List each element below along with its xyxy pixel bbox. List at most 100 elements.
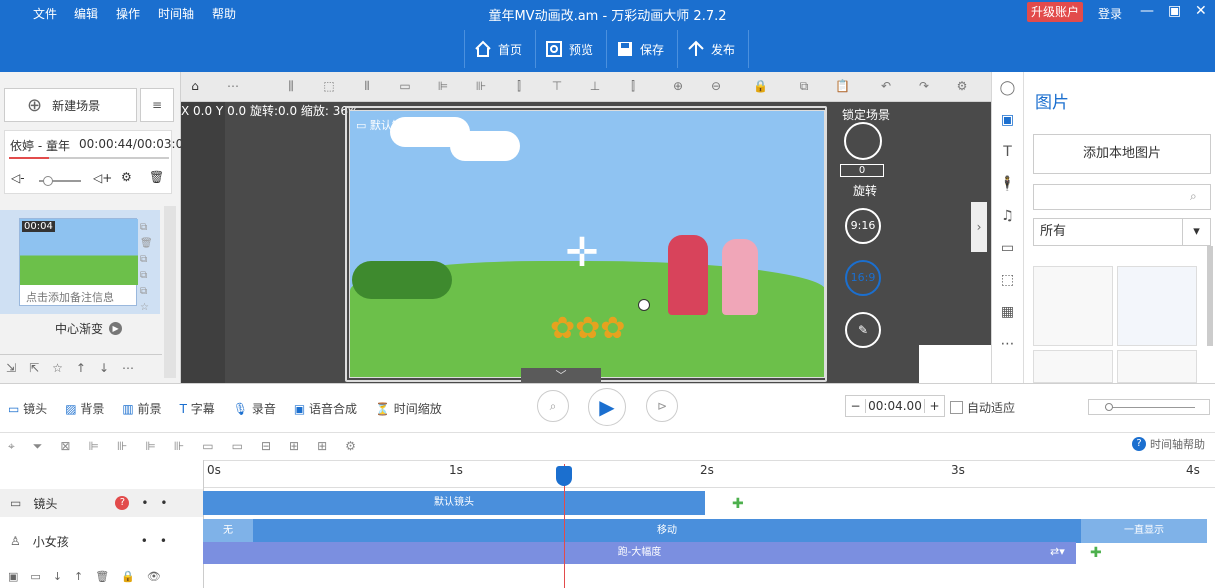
search-input[interactable] [1033, 184, 1211, 210]
loop-icon[interactable]: ⇄▾ [1050, 545, 1065, 558]
publish-button[interactable]: 发布 [687, 38, 735, 60]
time-ruler[interactable]: 0s 1s 2s 3s 4s [203, 460, 1215, 488]
filter-select[interactable]: 所有 ▾ [1033, 218, 1211, 246]
settings-list-icon[interactable]: ⚙ [955, 79, 969, 93]
collapse-chevron-icon[interactable]: ﹀ [521, 368, 601, 383]
image-thumb-4[interactable] [1117, 350, 1197, 383]
arrow-up-icon[interactable]: ↑ [74, 570, 83, 583]
shapes-icon[interactable]: ◯ [992, 72, 1023, 104]
auto-fit-toggle[interactable]: 自动适应 [950, 399, 1015, 416]
align-bottom-icon[interactable]: ⊥ [588, 79, 602, 93]
audio-progress[interactable] [9, 157, 169, 159]
rotate-value[interactable]: 0 [840, 164, 884, 177]
maximize-icon[interactable]: ▣ [1168, 3, 1181, 19]
align-icon[interactable]: ▭ [202, 439, 213, 460]
lock-icon[interactable]: 🔒 [121, 570, 135, 583]
more-icon[interactable]: ⋯ [122, 361, 134, 382]
login-link[interactable]: 登录 [1098, 5, 1122, 22]
image-thumb-3[interactable] [1033, 350, 1113, 383]
enter-effect-bar[interactable]: 无 [203, 519, 253, 543]
align-vcenter-icon[interactable]: ⫿ [626, 79, 640, 93]
zoom-in-icon[interactable]: ⊕ [671, 79, 685, 93]
image-thumb-meeting[interactable] [1117, 266, 1197, 346]
tab-record[interactable]: 🎙 录音 [233, 400, 276, 417]
eye-icon[interactable]: 👁 [147, 570, 161, 583]
text-icon[interactable]: T [992, 136, 1023, 168]
timeline-help[interactable]: ? 时间轴帮助 [1132, 436, 1205, 452]
export-icon[interactable]: ⇱ [29, 361, 39, 382]
ratio-9-16-button[interactable]: 9:16 [845, 208, 881, 244]
align-icon[interactable]: ⊫ [88, 439, 98, 460]
scene-actions[interactable]: ⧉ 🗑 ⧉ ⧉ ⧉ ☆ [140, 220, 153, 316]
add-local-image-button[interactable]: 添加本地图片 [1033, 134, 1211, 174]
zoom-slider[interactable] [1088, 399, 1210, 415]
home-icon[interactable]: ⌂ [188, 79, 202, 93]
dot-icon[interactable]: • [160, 496, 167, 510]
arrow-down-icon[interactable]: ↓ [53, 570, 62, 583]
lock-icon[interactable]: 🔒 [753, 79, 768, 93]
tab-foreground[interactable]: ▥ 前景 [122, 400, 161, 417]
distribute-icon[interactable]: ⫴ [360, 79, 374, 93]
undo-icon[interactable]: ↶ [879, 79, 893, 93]
close-icon[interactable]: ✕ [1195, 3, 1207, 19]
image-thumb-office[interactable] [1033, 266, 1113, 346]
align-center-icon[interactable]: ⫼ [284, 79, 298, 93]
image-icon[interactable]: ▣ [992, 104, 1023, 136]
arrow-up-icon[interactable]: ↑ [76, 361, 86, 382]
ratio-16-9-button[interactable]: 16:9 [845, 260, 881, 296]
add-keyframe-icon[interactable]: ✚ [732, 496, 744, 512]
trash-icon[interactable]: 🗑 [95, 570, 109, 583]
character-icon[interactable]: 🕴 [992, 168, 1023, 200]
align-right-icon[interactable]: ⊪ [474, 79, 488, 93]
preview-button[interactable]: 预览 [545, 38, 593, 60]
gallery-icon[interactable]: ▦ [992, 296, 1023, 328]
tab-timescale[interactable]: ⏳ 时间缩放 [375, 400, 442, 417]
transition-row[interactable]: 中心渐变 ▶ [55, 320, 123, 337]
align-icon[interactable]: ⊪ [117, 439, 127, 460]
select-icon[interactable]: ⬚ [322, 79, 336, 93]
save-button[interactable]: 保存 [616, 38, 664, 60]
target-icon[interactable]: ⌖ [8, 439, 15, 460]
tab-tts[interactable]: ▣ 语音合成 [294, 400, 357, 417]
bubble-icon[interactable]: ▭ [992, 232, 1023, 264]
music-icon[interactable]: ♫ [992, 200, 1023, 232]
more-icon[interactable]: ⋯ [992, 328, 1023, 360]
scrollbar[interactable] [164, 206, 176, 378]
align-left-icon[interactable]: ⊫ [436, 79, 450, 93]
filter-icon[interactable]: ⏷ [33, 439, 43, 460]
upgrade-button[interactable]: 升级账户 [1027, 2, 1083, 22]
star-icon[interactable]: ☆ [52, 361, 63, 382]
align-icon[interactable]: ▭ [398, 79, 412, 93]
duration-value[interactable]: 00:04.00 [866, 399, 924, 413]
dot-icon[interactable]: • [160, 534, 167, 548]
align-icon[interactable]: ▭ [232, 439, 243, 460]
minimap[interactable] [919, 345, 991, 383]
tab-camera[interactable]: ▭ 镜头 [8, 400, 47, 417]
expand-panel-icon[interactable]: › [971, 202, 987, 252]
track-girl-header[interactable]: ♙ 小女孩 • • [0, 517, 203, 565]
settings-icon[interactable]: ⚙ [345, 439, 356, 460]
image-icon[interactable]: ▣ [8, 570, 18, 583]
redo-icon[interactable]: ↷ [917, 79, 931, 93]
special-icon[interactable]: ⬚ [992, 264, 1023, 296]
plus-button[interactable]: + [924, 399, 944, 413]
align-icon[interactable]: ⊫ [145, 439, 155, 460]
arrow-down-icon[interactable]: ↓ [99, 361, 109, 382]
minus-button[interactable]: − [846, 399, 866, 413]
tab-background[interactable]: ▨ 背景 [65, 400, 104, 417]
copy-icon[interactable]: ⧉ [797, 79, 811, 93]
preview-icon[interactable]: ⌕ [537, 390, 569, 422]
paste-icon[interactable]: 📋 [835, 79, 850, 93]
trash-icon[interactable]: 🗑 [149, 170, 164, 184]
move-bar[interactable]: 移动 [253, 519, 1081, 543]
settings-icon[interactable]: ⚙ [121, 170, 132, 184]
volume-up-icon[interactable]: ◁+ [93, 171, 112, 185]
rotate-dial[interactable] [844, 122, 882, 160]
volume-down-icon[interactable]: ◁- [11, 171, 25, 185]
scene-list-icon[interactable]: ≡ [140, 88, 174, 122]
dot-icon[interactable]: • [141, 534, 148, 548]
align-icon[interactable]: ⊪ [174, 439, 184, 460]
split-icon[interactable]: ⊟ [261, 439, 271, 460]
track-camera-header[interactable]: ▭ 镜头 ? • • [0, 489, 203, 517]
import-icon[interactable]: ⇲ [6, 361, 16, 382]
